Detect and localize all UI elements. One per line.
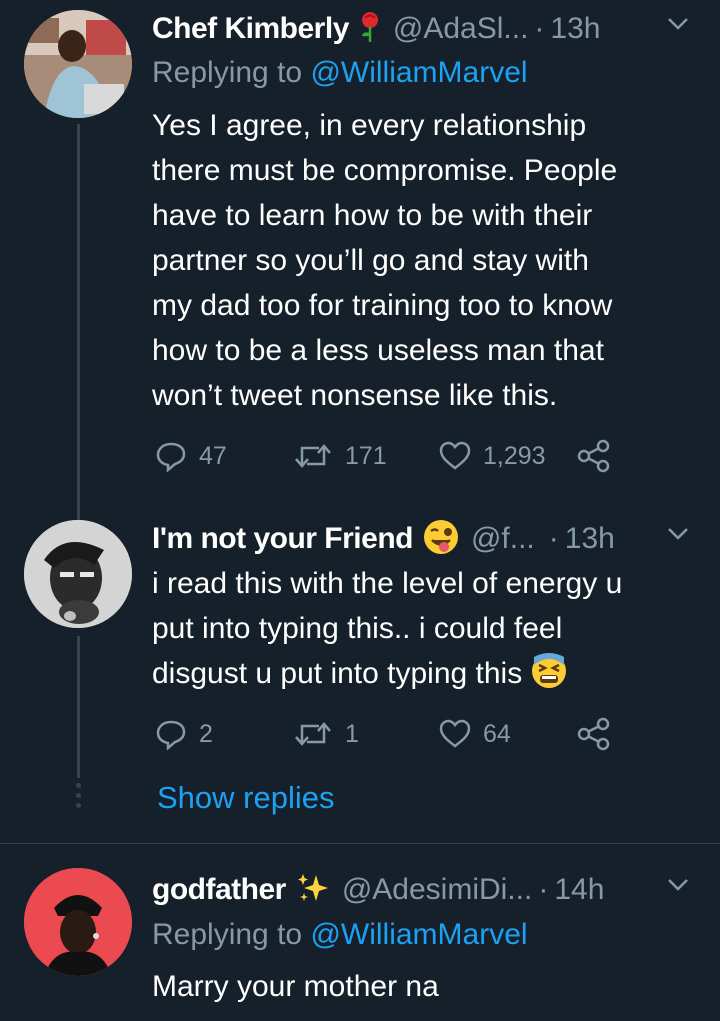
avatar[interactable] — [24, 10, 132, 118]
anxious-face-emoji-icon — [531, 653, 567, 702]
avatar[interactable] — [24, 520, 132, 628]
retweet-count: 1 — [345, 719, 359, 748]
retweet-icon — [295, 722, 331, 746]
timestamp[interactable]: 13h — [550, 12, 600, 46]
retweet-button[interactable]: 171 — [293, 436, 387, 476]
tweet-actions: 2 1 64 — [155, 714, 625, 754]
chevron-down-icon[interactable] — [666, 526, 690, 547]
retweet-button[interactable]: 1 — [293, 714, 359, 754]
replying-to-label: Replying to — [152, 918, 303, 951]
thread-line — [77, 500, 80, 520]
chevron-down-icon[interactable] — [666, 877, 690, 898]
heart-icon — [439, 719, 471, 748]
reply-icon — [156, 442, 186, 472]
winking-tongue-emoji-icon — [423, 519, 459, 560]
reply-icon — [156, 720, 186, 750]
author-name[interactable]: godfather — [152, 873, 286, 907]
reply-count: 2 — [199, 719, 213, 748]
tweet-text: Yes I agree, in every relationship there… — [152, 109, 618, 412]
timestamp[interactable]: 13h — [565, 522, 615, 556]
separator-dot: · — [538, 873, 549, 906]
reply-button[interactable]: 47 — [155, 436, 227, 476]
author-handle[interactable]: @AdesimiDi... — [342, 873, 533, 907]
share-button[interactable] — [577, 714, 611, 754]
reply-count: 47 — [199, 441, 227, 470]
retweet-icon — [295, 444, 331, 468]
tweet[interactable]: godfather @AdesimiDi... · 14h Replying t… — [0, 844, 720, 1021]
tweet-actions: 47 171 1,293 — [155, 436, 625, 476]
like-button[interactable]: 1,293 — [439, 436, 546, 476]
thread-line — [77, 636, 80, 778]
more-replies-dots-icon — [76, 783, 81, 813]
tweet[interactable]: I'm not your Friend @f... · 13h i read t… — [0, 500, 720, 840]
replying-to: Replying to @WilliamMarvel — [152, 918, 528, 952]
retweet-count: 171 — [345, 441, 387, 470]
replying-to-link[interactable]: @WilliamMarvel — [310, 918, 527, 951]
author-handle[interactable]: @f... — [471, 522, 535, 556]
author-handle[interactable]: @AdaSl... — [393, 12, 529, 46]
rose-icon — [359, 11, 381, 48]
show-replies-link[interactable]: Show replies — [157, 780, 334, 816]
share-icon — [577, 439, 610, 473]
reply-button[interactable]: 2 — [155, 714, 213, 754]
timestamp[interactable]: 14h — [554, 873, 604, 907]
author-name[interactable]: Chef Kimberly — [152, 12, 349, 46]
avatar[interactable] — [24, 868, 132, 976]
replying-to: Replying to @WilliamMarvel — [152, 56, 528, 90]
tweet[interactable]: Chef Kimberly @AdaSl... · 13h Replying t… — [0, 0, 720, 500]
like-button[interactable]: 64 — [439, 714, 511, 754]
separator-dot: · — [548, 522, 559, 555]
share-icon — [577, 717, 610, 751]
author-name[interactable]: I'm not your Friend — [152, 522, 413, 556]
thread-line — [77, 124, 80, 500]
replying-to-label: Replying to — [152, 56, 303, 89]
separator-dot: · — [534, 12, 545, 45]
tweet-text-wrap: i read this with the level of energy u p… — [152, 561, 692, 702]
chevron-down-icon[interactable] — [666, 16, 690, 37]
heart-icon — [439, 441, 471, 470]
like-count: 1,293 — [483, 441, 546, 470]
tweet-text: Marry your mother na — [152, 970, 439, 1003]
replying-to-link[interactable]: @WilliamMarvel — [310, 56, 527, 89]
like-count: 64 — [483, 719, 511, 748]
share-button[interactable] — [577, 436, 611, 476]
sparkles-icon — [296, 871, 330, 910]
